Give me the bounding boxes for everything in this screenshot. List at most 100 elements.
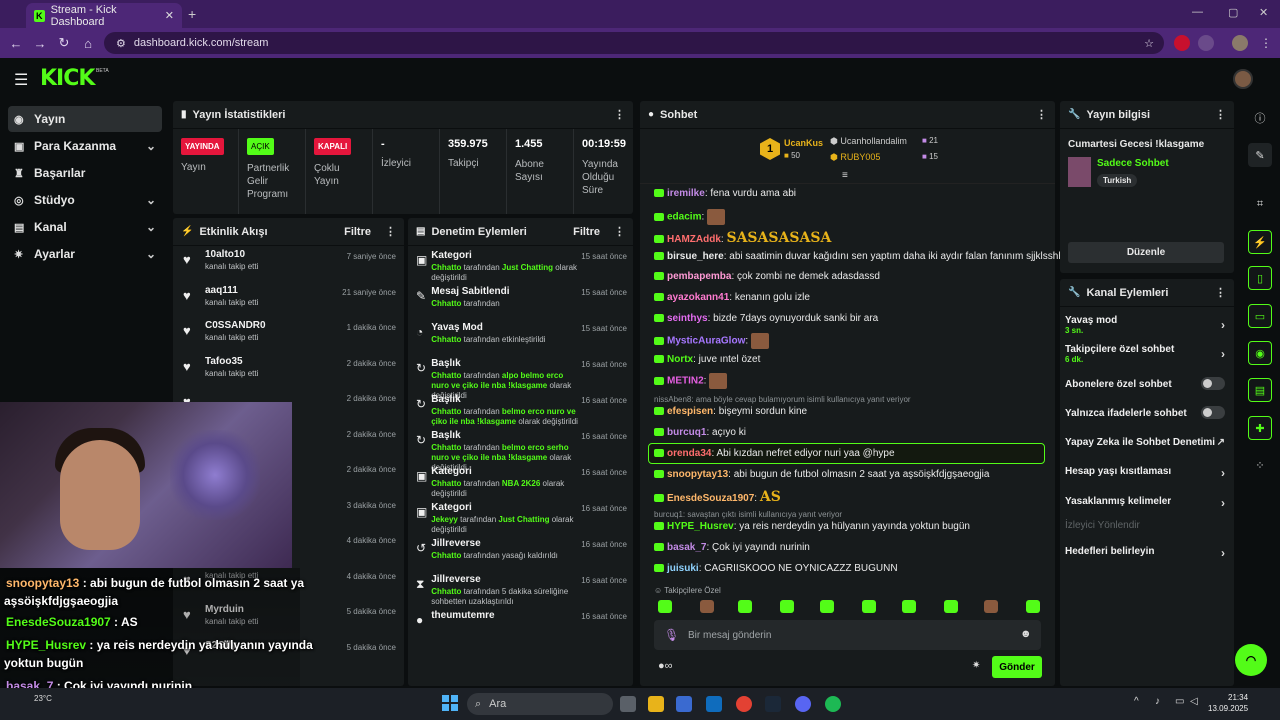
store-icon[interactable] (676, 696, 692, 712)
infinity-icon[interactable]: ●∞ (658, 660, 673, 672)
ai-moderation-setting[interactable]: Yapay Zeka ile Sohbet Denetimi ↗ (1065, 437, 1225, 448)
broadcast-wave-icon[interactable]: ◉ (1248, 341, 1272, 365)
chat-username[interactable]: snoopytay13 (667, 469, 728, 480)
edit-button[interactable]: Düzenle (1068, 242, 1224, 263)
chat-username[interactable]: Nortx (667, 354, 693, 365)
url-field[interactable]: ⚙ dashboard.kick.com/stream ☆ (104, 32, 1164, 54)
chat-settings-gear-icon[interactable]: ✷ (972, 660, 980, 671)
emote-button[interactable] (862, 600, 876, 613)
emote-only-toggle[interactable] (1201, 406, 1225, 419)
forward-icon[interactable]: → (28, 36, 52, 51)
tray-chevron-icon[interactable]: ^ (1134, 696, 1139, 707)
chat-username[interactable]: efespisen (667, 406, 713, 417)
filter-button[interactable]: Filtre (573, 226, 600, 238)
document-icon[interactable]: ▯ (1248, 266, 1272, 290)
bookmark-star-icon[interactable]: ☆ (1144, 37, 1154, 50)
reload-icon[interactable]: ↻ (52, 35, 76, 51)
windows-start-icon[interactable] (442, 695, 458, 711)
chat-username[interactable]: burcuq1 (667, 427, 706, 438)
chat-username[interactable]: iremilke (667, 188, 705, 199)
chat-username[interactable]: pembapemba (667, 271, 731, 282)
sidebar-item-basarilar[interactable]: ♜ Başarılar (8, 160, 162, 186)
site-info-icon[interactable]: ⚙ (116, 37, 126, 50)
browser-menu-icon[interactable]: ⋮ (1260, 36, 1272, 50)
activity-username[interactable]: aaq111 (205, 285, 258, 296)
tools-icon[interactable]: ✚ (1248, 416, 1272, 440)
clock[interactable]: 21:34 13.09.2025 (1208, 692, 1248, 714)
subs-only-toggle[interactable] (1201, 377, 1225, 390)
goals-setting[interactable]: Hedefleri belirleyin › (1065, 546, 1225, 560)
expand-icon[interactable]: ≡ (842, 170, 848, 181)
chat-username[interactable]: METIN2 (667, 376, 704, 387)
chat-username[interactable]: edacim (667, 212, 701, 223)
back-icon[interactable]: ← (4, 36, 28, 51)
mic-tray-icon[interactable]: ♪ (1155, 696, 1160, 707)
more-options-icon[interactable]: ⋮ (385, 225, 396, 238)
new-tab-icon[interactable]: + (188, 6, 196, 22)
taskbar-search[interactable]: ⌕ Ara (467, 693, 613, 715)
category-name[interactable]: Sadece Sohbet (1097, 158, 1169, 169)
chrome-icon[interactable] (736, 696, 752, 712)
sidebar-item-para-kazanma[interactable]: ▣ Para Kazanma ⌄ (8, 133, 162, 159)
network-icon[interactable]: ▭ (1175, 696, 1184, 707)
extension-icon[interactable] (1174, 35, 1190, 51)
kick-logo[interactable]: KICK (40, 66, 95, 91)
emote-button[interactable] (820, 600, 834, 613)
more-options-icon[interactable]: ⋮ (614, 225, 625, 238)
emote-button[interactable] (780, 600, 794, 613)
send-button[interactable]: Gönder (992, 656, 1042, 678)
focus-icon[interactable]: ⌗ (1248, 192, 1272, 216)
sidebar-item-studyo[interactable]: ◎ Stüdyo ⌄ (8, 187, 162, 213)
more-options-icon[interactable]: ⋮ (614, 108, 625, 121)
close-tab-icon[interactable]: ✕ (165, 9, 174, 22)
chat-username[interactable]: orenda34 (667, 448, 711, 459)
info-icon[interactable]: ⓘ (1248, 106, 1272, 130)
dots-icon[interactable]: ⁘ (1248, 453, 1272, 477)
banned-words-setting[interactable]: Yasaklanmış kelimeler › (1065, 496, 1225, 510)
emote-button[interactable] (902, 600, 916, 613)
volume-icon[interactable]: ◁ (1190, 696, 1198, 707)
home-icon[interactable]: ⌂ (76, 36, 100, 51)
emoji-icon[interactable]: ☻ (1020, 628, 1032, 640)
minimize-icon[interactable]: — (1192, 6, 1203, 18)
chat-username[interactable]: EnesdeSouza1907 (667, 493, 754, 504)
activity-username[interactable]: Tafoo35 (205, 356, 258, 367)
chat-icon[interactable]: ▭ (1248, 304, 1272, 328)
chat-username[interactable]: juisuki (667, 563, 699, 574)
chat-username[interactable]: birsue_here (667, 251, 724, 262)
chat-username[interactable]: seinthys (667, 313, 708, 324)
steam-icon[interactable] (765, 696, 781, 712)
slow-mode-setting[interactable]: Yavaş mod 3 sn. › (1065, 315, 1225, 335)
emote-button[interactable] (738, 600, 752, 613)
activity-username[interactable]: 10alto10 (205, 249, 258, 260)
sidebar-item-yayin[interactable]: ◉ Yayın (8, 106, 162, 132)
activity-username[interactable]: C0SSANDR0 (205, 320, 266, 331)
layout-icon[interactable]: ▤ (1248, 378, 1272, 402)
chat-username[interactable]: ayazokann41 (667, 292, 729, 303)
emote-button[interactable] (984, 600, 998, 613)
more-options-icon[interactable]: ⋮ (1036, 108, 1047, 121)
profile-icon[interactable] (1232, 35, 1248, 51)
browser-tab[interactable]: K Stream - Kick Dashboard ✕ (26, 3, 182, 28)
chat-username[interactable]: HYPE_Husrev (667, 521, 734, 532)
filter-button[interactable]: Filtre (344, 226, 371, 238)
microphone-icon[interactable]: 🎙 (664, 628, 679, 642)
more-options-icon[interactable]: ⋮ (1215, 286, 1226, 299)
followers-only-setting[interactable]: Takipçilere özel sohbet 6 dk. › (1065, 344, 1225, 364)
emote-button[interactable] (1026, 600, 1040, 613)
emote-button[interactable] (700, 600, 714, 613)
extensions-puzzle-icon[interactable] (1198, 35, 1214, 51)
sidebar-item-ayarlar[interactable]: ✷ Ayarlar ⌄ (8, 241, 162, 267)
emote-button[interactable] (658, 600, 672, 613)
spotify-icon[interactable] (825, 696, 841, 712)
emote-button[interactable] (944, 600, 958, 613)
discord-icon[interactable] (795, 696, 811, 712)
close-window-icon[interactable]: ✕ (1259, 6, 1268, 19)
support-chat-icon[interactable]: ◠ (1235, 644, 1267, 676)
chat-username[interactable]: basak_7 (667, 542, 706, 553)
user-avatar[interactable] (1233, 69, 1253, 89)
chat-username[interactable]: MysticAuraGlow (667, 336, 745, 347)
outlook-icon[interactable] (706, 696, 722, 712)
task-view-icon[interactable] (620, 696, 636, 712)
file-explorer-icon[interactable] (648, 696, 664, 712)
